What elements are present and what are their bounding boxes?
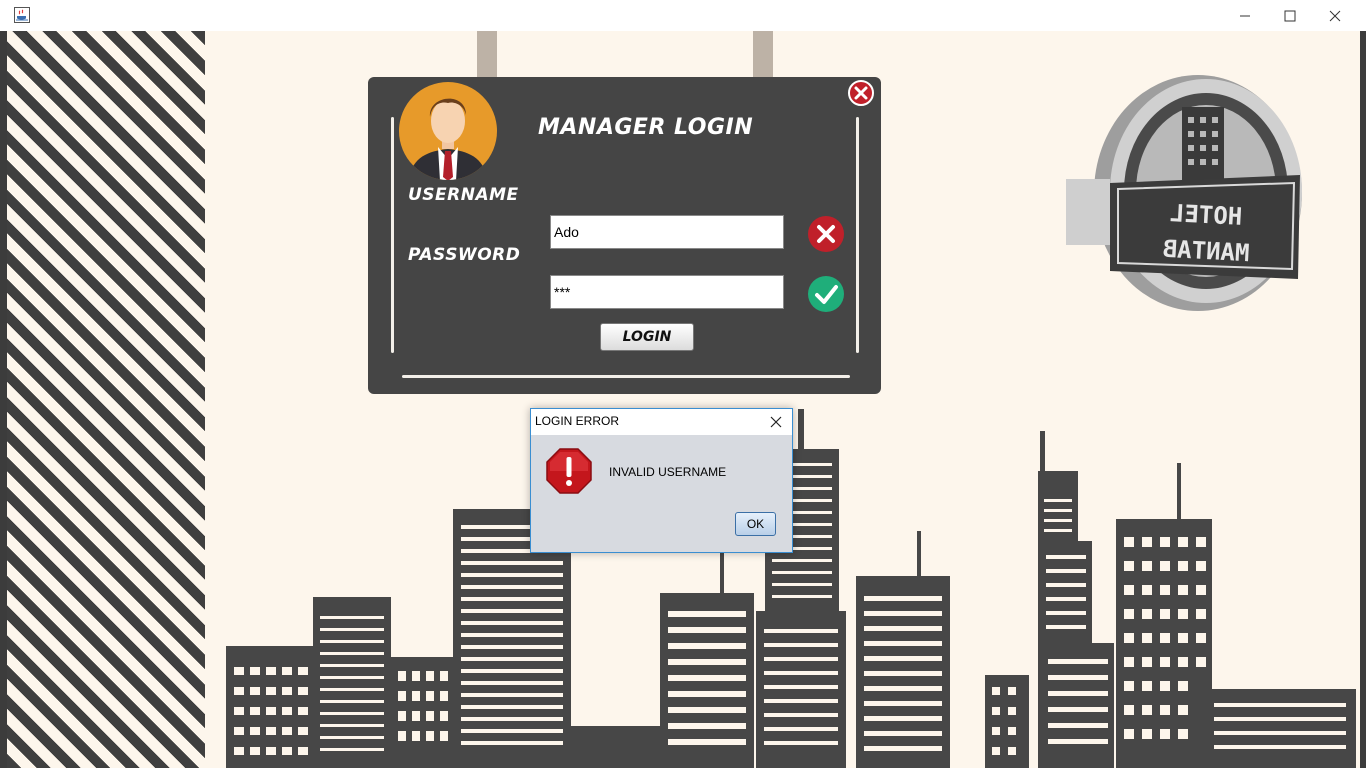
dialog-ok-button[interactable]: OK [735,512,776,536]
login-board: MANAGER LOGIN USERNAME PASSWORD Ado *** … [368,77,881,394]
java-app-icon [14,7,30,23]
logo-mantab-text: MANTAB [1162,235,1250,267]
board-close-button[interactable] [848,80,874,106]
error-octagon-icon [545,447,593,495]
username-label: USERNAME [408,185,519,205]
sign-post-left [477,31,497,77]
dialog-title: LOGIN ERROR [535,414,620,428]
username-invalid-icon [808,216,844,252]
login-button[interactable]: LOGIN [600,323,694,351]
window-close-button[interactable] [1312,0,1358,31]
password-label: PASSWORD [408,245,521,265]
password-input[interactable]: *** [550,275,784,309]
app-canvas: MANAGER LOGIN USERNAME PASSWORD Ado *** … [0,31,1366,768]
logo-hotel-text: HOTEL [1169,199,1243,231]
dialog-close-button[interactable] [767,413,785,431]
login-error-dialog: LOGIN ERROR INVALID USERNAME OK [530,408,793,553]
password-valid-icon [808,276,844,312]
window-titlebar [0,0,1366,32]
maximize-button[interactable] [1267,0,1313,31]
board-rail-left [391,117,394,353]
board-rail-bottom [402,375,850,378]
dialog-message: INVALID USERNAME [609,465,727,479]
hotel-mantab-logo: HOTEL MANTAB [1062,67,1308,317]
login-title: MANAGER LOGIN [538,115,754,140]
manager-avatar [398,81,498,181]
board-rail-right [856,117,859,353]
minimize-button[interactable] [1222,0,1268,31]
sign-post-right [753,31,773,77]
username-input[interactable]: Ado [550,215,784,249]
